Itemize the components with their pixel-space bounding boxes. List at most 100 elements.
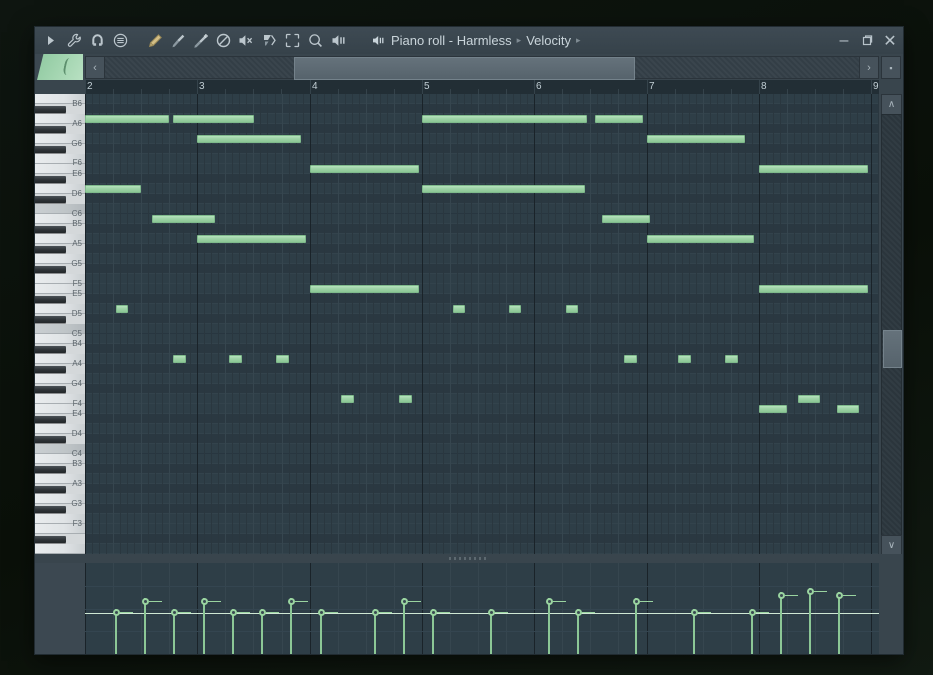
piano-black-key[interactable]	[35, 536, 66, 543]
velocity-handle[interactable]	[430, 609, 437, 616]
note-block[interactable]	[173, 115, 254, 123]
piano-white-key[interactable]	[35, 234, 85, 244]
note-block[interactable]	[173, 355, 186, 363]
note-block[interactable]	[566, 305, 578, 313]
velocity-handle[interactable]	[749, 609, 756, 616]
piano-black-key[interactable]	[35, 196, 66, 203]
piano-black-key[interactable]	[35, 346, 66, 353]
piano-white-key[interactable]	[35, 114, 85, 124]
scroll-options-button[interactable]: ▪	[881, 56, 901, 79]
velocity-stem[interactable]	[203, 598, 205, 654]
close-button[interactable]: ✕	[883, 33, 897, 50]
piano-black-key[interactable]	[35, 126, 66, 133]
velocity-handle[interactable]	[778, 592, 785, 599]
note-block[interactable]	[197, 135, 301, 143]
piano-white-key[interactable]	[35, 334, 85, 344]
velocity-handle[interactable]	[288, 598, 295, 605]
piano-keyboard[interactable]: B6 A6 G6 F6 E6 D6 C6 B5 A5 G5 F5 E5 D5 C5 B4 A4 G4 F4 E4 D4…	[35, 94, 86, 554]
velocity-handle[interactable]	[113, 609, 120, 616]
velocity-handle[interactable]	[401, 598, 408, 605]
note-block[interactable]	[678, 355, 691, 363]
velocity-handle[interactable]	[575, 609, 582, 616]
velocity-handle[interactable]	[259, 609, 266, 616]
velocity-handle[interactable]	[372, 609, 379, 616]
scroll-right-arrow-icon[interactable]: ›	[859, 57, 878, 78]
velocity-stem[interactable]	[780, 592, 782, 654]
velocity-stem[interactable]	[635, 598, 637, 654]
piano-black-key[interactable]	[35, 266, 66, 273]
delete-tool-icon[interactable]	[213, 30, 234, 51]
velocity-stem[interactable]	[809, 588, 811, 654]
piano-white-key[interactable]	[35, 94, 85, 104]
velocity-handle[interactable]	[488, 609, 495, 616]
piano-white-key[interactable]	[35, 394, 85, 404]
note-block[interactable]	[647, 235, 754, 243]
note-block[interactable]	[116, 305, 128, 313]
note-block[interactable]	[85, 115, 169, 123]
note-block[interactable]	[759, 165, 868, 173]
note-block[interactable]	[422, 185, 585, 193]
mute-tool-icon[interactable]	[236, 30, 257, 51]
piano-white-key[interactable]	[35, 254, 85, 264]
horizontal-scroll-thumb[interactable]	[293, 57, 635, 80]
magnet-icon[interactable]	[87, 30, 108, 51]
playback-tool-icon[interactable]	[328, 30, 349, 51]
piano-white-key[interactable]	[35, 444, 85, 454]
breadcrumb-velocity[interactable]: Velocity	[526, 33, 571, 48]
velocity-handle[interactable]	[230, 609, 237, 616]
minimize-button[interactable]: –	[837, 32, 851, 49]
piano-white-key[interactable]	[35, 204, 85, 214]
piano-white-key[interactable]	[35, 374, 85, 384]
piano-white-key[interactable]	[35, 274, 85, 284]
note-grid[interactable]	[85, 94, 879, 554]
piano-white-key[interactable]	[35, 214, 85, 224]
note-block[interactable]	[798, 395, 820, 403]
piano-white-key[interactable]	[35, 424, 85, 434]
velocity-handle[interactable]	[546, 598, 553, 605]
piano-white-key[interactable]	[35, 514, 85, 524]
paint-add-tool-icon[interactable]	[190, 30, 211, 51]
note-block[interactable]	[197, 235, 306, 243]
piano-black-key[interactable]	[35, 386, 66, 393]
piano-white-key[interactable]	[35, 354, 85, 364]
piano-white-key[interactable]	[35, 134, 85, 144]
scroll-left-arrow-icon[interactable]: ‹	[86, 57, 105, 78]
piano-black-key[interactable]	[35, 486, 66, 493]
note-block[interactable]	[341, 395, 354, 403]
piano-black-key[interactable]	[35, 436, 66, 443]
velocity-stem[interactable]	[403, 598, 405, 654]
velocity-stem[interactable]	[144, 598, 146, 654]
piano-black-key[interactable]	[35, 106, 66, 113]
piano-white-key[interactable]	[35, 154, 85, 164]
pencil-tool-icon[interactable]	[144, 30, 165, 51]
velocity-handle[interactable]	[633, 598, 640, 605]
note-block[interactable]	[647, 135, 745, 143]
piano-black-key[interactable]	[35, 296, 66, 303]
note-block[interactable]	[422, 115, 587, 123]
piano-black-key[interactable]	[35, 246, 66, 253]
piano-white-key[interactable]	[35, 284, 85, 294]
select-tool-icon[interactable]	[282, 30, 303, 51]
piano-white-key[interactable]	[35, 304, 85, 314]
piano-white-key[interactable]	[35, 184, 85, 194]
timeline-ruler[interactable]: 2 3 4 5 6 7 8 9	[85, 80, 879, 95]
note-block[interactable]	[229, 355, 242, 363]
piano-black-key[interactable]	[35, 506, 66, 513]
slip-tool-icon[interactable]	[259, 30, 280, 51]
note-block[interactable]	[453, 305, 465, 313]
note-block[interactable]	[152, 215, 215, 223]
list-menu-icon[interactable]	[110, 30, 131, 51]
piano-white-key[interactable]	[35, 454, 85, 464]
note-block[interactable]	[276, 355, 289, 363]
piano-black-key[interactable]	[35, 316, 66, 323]
velocity-editor[interactable]	[85, 563, 879, 654]
horizontal-scrollbar[interactable]: ‹ ›	[85, 56, 879, 80]
note-block[interactable]	[85, 185, 141, 193]
horizontal-scroll-track[interactable]	[105, 57, 859, 80]
note-block[interactable]	[759, 285, 868, 293]
piano-white-key[interactable]	[35, 544, 85, 554]
menu-arrow-icon[interactable]	[41, 30, 62, 51]
note-block[interactable]	[509, 305, 521, 313]
piano-white-key[interactable]	[35, 324, 85, 334]
piano-white-key[interactable]	[35, 404, 85, 414]
